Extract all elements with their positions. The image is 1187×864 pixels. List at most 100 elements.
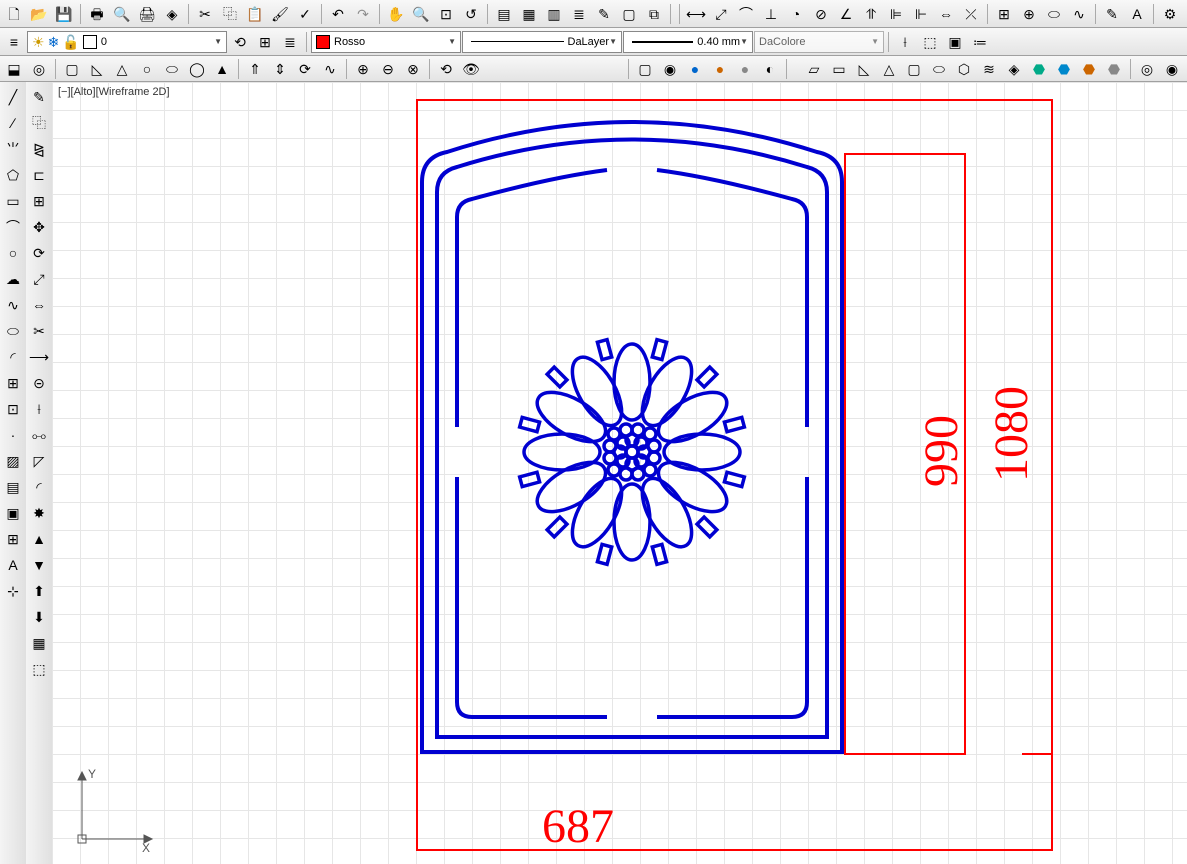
polygon-icon[interactable]: ⬠ <box>1 163 25 187</box>
paste-icon[interactable]: 📋 <box>243 2 267 26</box>
solid-edit-1-icon[interactable]: ▱ <box>802 57 826 81</box>
dim-ord-icon[interactable]: ⊥ <box>759 2 783 26</box>
select-icon[interactable]: ⬚ <box>27 657 51 681</box>
tolerance-icon[interactable]: ⊞ <box>992 2 1016 26</box>
dim-break-icon[interactable]: ⤫ <box>959 2 983 26</box>
save-icon[interactable]: 💾 <box>52 2 76 26</box>
torus-icon[interactable]: ◯ <box>185 57 209 81</box>
viewport[interactable]: [−][Alto][Wireframe 2D] 1080 990 687 <box>52 82 1187 864</box>
open-icon[interactable]: 📂 <box>27 2 51 26</box>
inspection-icon[interactable]: ⬭ <box>1042 2 1066 26</box>
linetype-combo[interactable]: DaLayer▼ <box>462 31 622 53</box>
center-mark-icon[interactable]: ⊕ <box>1017 2 1041 26</box>
print-icon[interactable]: 🖶 <box>85 2 109 26</box>
plotstyle-combo[interactable]: DaColore▼ <box>754 31 884 53</box>
intersect-icon[interactable]: ⊗ <box>401 57 425 81</box>
xref-icon[interactable]: ⧉ <box>642 2 666 26</box>
regen-icon[interactable]: ⟲ <box>434 57 458 81</box>
new-icon[interactable]: 🗋 <box>2 2 26 26</box>
erase-icon[interactable]: ✎ <box>27 85 51 109</box>
dim-cont-icon[interactable]: ⊩ <box>909 2 933 26</box>
explode-icon[interactable]: ✸ <box>27 501 51 525</box>
offset-icon[interactable]: ⊏ <box>27 163 51 187</box>
designcenter-icon[interactable]: ▦ <box>517 2 541 26</box>
ellipse-icon[interactable]: ⬭ <box>1 319 25 343</box>
solid-edit-3-icon[interactable]: ◺ <box>852 57 876 81</box>
measure-area-icon[interactable]: ⬚ <box>918 30 942 54</box>
dim-linear-icon[interactable]: ⟷ <box>684 2 708 26</box>
solid-edit-2-icon[interactable]: ▭ <box>827 57 851 81</box>
zoom-win-icon[interactable]: ⊡ <box>434 2 458 26</box>
plot-icon[interactable]: 🖨 <box>135 2 159 26</box>
extrude-icon[interactable]: ⇑ <box>243 57 267 81</box>
hatch-icon[interactable]: ▨ <box>1 449 25 473</box>
dim-ang-icon[interactable]: ∠ <box>834 2 858 26</box>
circle-icon[interactable]: ○ <box>1 241 25 265</box>
mesh-1-icon[interactable]: ◎ <box>1135 57 1159 81</box>
break-icon[interactable]: ⟊ <box>27 397 51 421</box>
clean-icon[interactable]: ✓ <box>293 2 317 26</box>
layer-previous-icon[interactable]: ⟲ <box>228 30 252 54</box>
scale-icon[interactable]: ⤢ <box>27 267 51 291</box>
jog-icon[interactable]: ∿ <box>1067 2 1091 26</box>
draworder-a-icon[interactable]: ⬆ <box>27 579 51 603</box>
line-icon[interactable]: ╱ <box>1 85 25 109</box>
dim-aligned-icon[interactable]: ⤢ <box>709 2 733 26</box>
vs-hidden-icon[interactable]: ◉ <box>658 57 682 81</box>
sphere-icon[interactable]: ○ <box>135 57 159 81</box>
stretch-icon[interactable]: ⇔ <box>27 293 51 317</box>
print-preview-icon[interactable]: 🔍 <box>110 2 134 26</box>
publish-icon[interactable]: ◈ <box>160 2 184 26</box>
extend-icon[interactable]: ⟶ <box>27 345 51 369</box>
draworder-u-icon[interactable]: ⬇ <box>27 605 51 629</box>
join-icon[interactable]: ⧟ <box>27 423 51 447</box>
solid-edit-7-icon[interactable]: ⬡ <box>952 57 976 81</box>
properties-icon[interactable]: ▤ <box>492 2 516 26</box>
measure-region-icon[interactable]: ▣ <box>943 30 967 54</box>
pyramid-icon[interactable]: ▲ <box>210 57 234 81</box>
union-icon[interactable]: ⊕ <box>351 57 375 81</box>
insert-icon[interactable]: ⊞ <box>1 371 25 395</box>
draworder-f-icon[interactable]: ▲ <box>27 527 51 551</box>
point-icon[interactable]: · <box>1 423 25 447</box>
hide-icon[interactable]: 👁 <box>459 57 483 81</box>
pline-icon[interactable]: ⺌ <box>1 137 25 161</box>
group-icon[interactable]: ▦ <box>27 631 51 655</box>
layer-combo[interactable]: ☀ ❄ 🔓 0 ▼ <box>27 31 227 53</box>
box-icon[interactable]: ▢ <box>60 57 84 81</box>
draworder-b-icon[interactable]: ▼ <box>27 553 51 577</box>
solid-edit-6-icon[interactable]: ⬭ <box>927 57 951 81</box>
copy-obj-icon[interactable]: ⿻ <box>27 111 51 135</box>
solid-edit-10-icon[interactable]: ⬣ <box>1027 57 1051 81</box>
block-ed-icon[interactable]: ▢ <box>617 2 641 26</box>
dim-quick-icon[interactable]: ⥣ <box>859 2 883 26</box>
dimtedit-icon[interactable]: A <box>1125 2 1149 26</box>
make-block-icon[interactable]: ⊡ <box>1 397 25 421</box>
sweep-icon[interactable]: ∿ <box>318 57 342 81</box>
layer-states-icon[interactable]: ⊞ <box>253 30 277 54</box>
cut-icon[interactable]: ✂ <box>193 2 217 26</box>
copy-icon[interactable]: ⿻ <box>218 2 242 26</box>
fillet-icon[interactable]: ◜ <box>27 475 51 499</box>
vs-concept-icon[interactable]: ● <box>683 57 707 81</box>
cylinder-icon[interactable]: ⬭ <box>160 57 184 81</box>
dim-space-icon[interactable]: ⇔ <box>934 2 958 26</box>
layer-iso-icon[interactable]: ≣ <box>278 30 302 54</box>
measure-dist-icon[interactable]: ⟊ <box>893 30 917 54</box>
solid-edit-11-icon[interactable]: ⬣ <box>1052 57 1076 81</box>
wedge-icon[interactable]: ◺ <box>85 57 109 81</box>
sheetset-icon[interactable]: ≣ <box>567 2 591 26</box>
trim-icon[interactable]: ✂ <box>27 319 51 343</box>
revolve-icon[interactable]: ⟳ <box>293 57 317 81</box>
solid-edit-4-icon[interactable]: △ <box>877 57 901 81</box>
dimstyle-icon[interactable]: ⚙ <box>1158 2 1182 26</box>
spline-icon[interactable]: ∿ <box>1 293 25 317</box>
solid-edit-12-icon[interactable]: ⬣ <box>1077 57 1101 81</box>
rotate-icon[interactable]: ⟳ <box>27 241 51 265</box>
undo-icon[interactable]: ↶ <box>326 2 350 26</box>
rectangle-icon[interactable]: ▭ <box>1 189 25 213</box>
ellipse-arc-icon[interactable]: ◜ <box>1 345 25 369</box>
layer-manager-icon[interactable]: ≡ <box>2 30 26 54</box>
polysolid-icon[interactable]: ⬓ <box>2 57 26 81</box>
pan-icon[interactable]: ✋ <box>384 2 408 26</box>
